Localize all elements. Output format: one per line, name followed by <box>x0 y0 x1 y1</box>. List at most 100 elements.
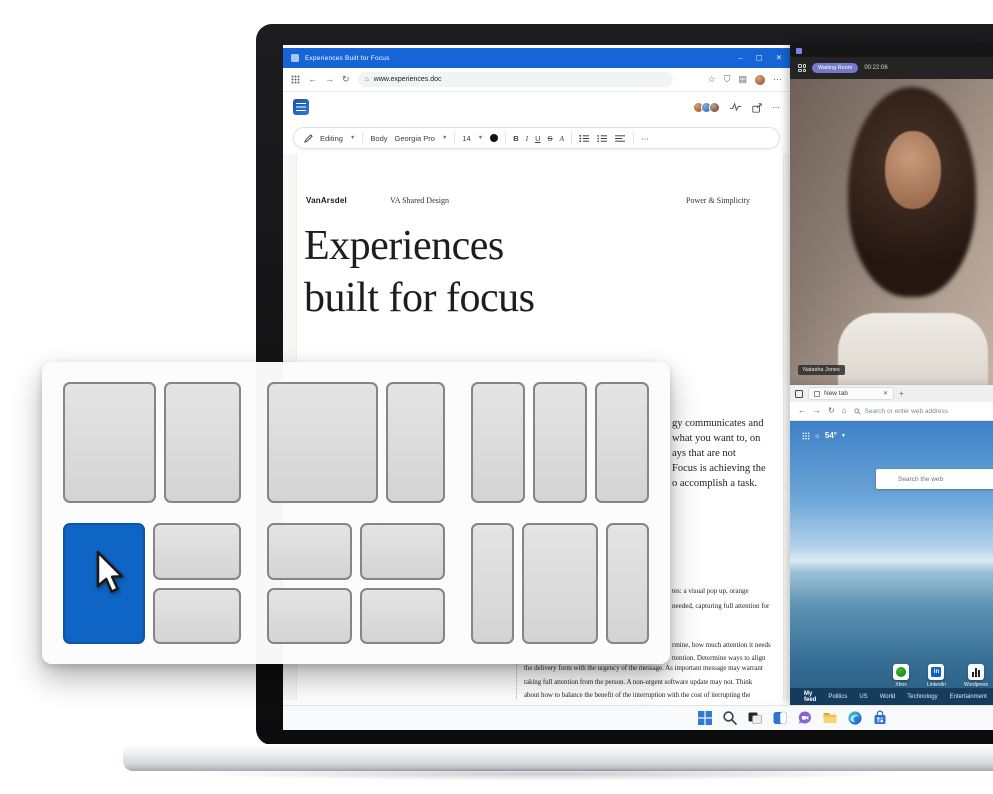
bold-button[interactable]: B <box>513 134 518 143</box>
snap-zone[interactable] <box>360 523 445 580</box>
collaborator-avatars[interactable] <box>693 102 720 113</box>
document-titlebar: Experiences Built for Focus – ▢ ✕ <box>283 48 790 68</box>
quick-link-wordpress[interactable]: Wordpress <box>964 664 988 688</box>
font-color-swatch[interactable] <box>490 134 498 142</box>
bullet-list-icon[interactable] <box>579 134 590 143</box>
snap-zone[interactable] <box>360 588 445 645</box>
snap-layout-three-columns[interactable] <box>471 382 649 503</box>
snap-zone[interactable] <box>471 382 525 503</box>
collections-icon[interactable]: ▤ <box>738 75 747 84</box>
tab-actions-icon[interactable] <box>795 390 803 398</box>
maximize-button[interactable]: ▢ <box>756 48 763 68</box>
snap-zone[interactable] <box>267 382 378 503</box>
linkedin-icon: in <box>931 667 941 677</box>
snap-layout-three-columns-center-wide[interactable] <box>471 523 649 644</box>
snap-zone[interactable] <box>153 588 241 645</box>
address-input[interactable]: Search or enter web address <box>854 408 948 415</box>
snap-zone[interactable] <box>522 523 599 644</box>
address-bar[interactable]: ⌂ www.experiences.doc <box>358 72 673 87</box>
more-menu-icon[interactable]: ⋯ <box>773 75 782 84</box>
page-layout-icon[interactable] <box>802 432 810 440</box>
file-explorer-icon[interactable] <box>822 710 838 726</box>
gallery-view-icon[interactable] <box>798 64 806 72</box>
underline-button[interactable]: U <box>535 134 540 143</box>
document-app-icon <box>291 54 299 62</box>
doc-label: VA Shared Design <box>390 196 449 205</box>
snap-zone[interactable] <box>164 382 241 503</box>
browser-essentials-icon[interactable]: ⛉ <box>724 75 731 84</box>
italic-button[interactable]: I <box>526 134 529 143</box>
snap-zone[interactable] <box>153 523 241 580</box>
task-view-icon[interactable] <box>747 710 763 726</box>
edge-icon[interactable] <box>847 710 863 726</box>
site-security-icon: ⌂ <box>365 76 369 83</box>
snap-layout-quad-grid[interactable] <box>267 523 445 644</box>
news-tab-technology[interactable]: Technology <box>907 694 937 700</box>
forward-icon[interactable]: → <box>325 75 334 84</box>
snap-layout-left-focus-right-stacked[interactable] <box>63 523 241 644</box>
snap-zone[interactable] <box>471 523 514 644</box>
laptop-base <box>123 744 993 771</box>
refresh-icon[interactable]: ↻ <box>342 75 350 84</box>
tab-close-icon[interactable]: ✕ <box>883 390 888 397</box>
more-options-icon[interactable]: ⋯ <box>772 103 780 112</box>
back-icon[interactable]: ← <box>798 407 806 415</box>
quick-link-linkedin[interactable]: in LinkedIn <box>927 664 946 688</box>
font-dropdown[interactable]: Georgia Pro <box>395 134 435 143</box>
strikethrough-button[interactable]: S <box>548 134 553 143</box>
home-icon[interactable]: ⌂ <box>842 407 847 415</box>
close-button[interactable]: ✕ <box>776 48 782 68</box>
meeting-badge[interactable]: Waiting Room <box>812 63 858 73</box>
news-tab-my-feed[interactable]: My feed <box>804 691 816 703</box>
toolbar-more-icon[interactable]: ⋯ <box>641 134 649 143</box>
web-search-box[interactable]: Search the web <box>876 469 993 489</box>
apps-grid-icon[interactable] <box>291 75 300 84</box>
share-icon[interactable] <box>751 102 763 113</box>
style-dropdown[interactable]: Body <box>370 134 387 143</box>
laptop-shadow <box>95 769 993 785</box>
align-icon[interactable] <box>615 134 626 143</box>
teams-controls-bar: Waiting Room 00:22:06 <box>790 57 993 79</box>
collaborator-avatar <box>709 102 720 113</box>
quick-link-xbox[interactable]: Xbox <box>893 664 909 688</box>
store-icon[interactable] <box>872 710 888 726</box>
new-tab-page: ☼ 54° ▼ Search the web Xbox in LinkedIn … <box>790 421 993 705</box>
snap-zone[interactable] <box>386 382 445 503</box>
profile-avatar[interactable] <box>755 75 765 85</box>
snap-layout-two-columns-wide-left[interactable] <box>267 382 445 503</box>
numbered-list-icon[interactable] <box>597 134 608 143</box>
word-app-icon[interactable] <box>293 99 309 115</box>
browser-tab[interactable]: New tab ✕ <box>808 387 894 400</box>
news-tab-politics[interactable]: Politics <box>828 694 847 700</box>
editing-mode-dropdown[interactable]: Editing <box>320 134 343 143</box>
snap-zone[interactable] <box>267 523 352 580</box>
news-tab-entertainment[interactable]: Entertainment <box>950 694 987 700</box>
snap-layout-two-columns[interactable] <box>63 382 241 503</box>
chevron-down-icon: ▼ <box>350 135 355 141</box>
news-tab-us[interactable]: US <box>859 694 867 700</box>
formatting-toolbar-row: Editing ▼ Body Georgia Pro ▼ 14 ▼ B I U … <box>283 122 790 154</box>
weather-widget[interactable]: ☼ 54° ▼ <box>802 431 846 440</box>
edge-address-bar: ← → ↻ ⌂ Search or enter web address <box>790 402 993 421</box>
snap-zone[interactable] <box>533 382 587 503</box>
snap-zone[interactable] <box>63 382 156 503</box>
catch-up-activity-icon[interactable] <box>729 102 742 112</box>
back-icon[interactable]: ← <box>308 75 317 84</box>
search-icon[interactable] <box>722 710 738 726</box>
snap-zone[interactable] <box>595 382 649 503</box>
start-button-icon[interactable] <box>697 710 713 726</box>
new-tab-button[interactable]: + <box>899 389 904 398</box>
widgets-icon[interactable] <box>772 710 788 726</box>
forward-icon[interactable]: → <box>813 407 821 415</box>
refresh-icon[interactable]: ↻ <box>828 407 835 415</box>
snap-zone[interactable] <box>606 523 649 644</box>
quick-links-row: Xbox in LinkedIn Wordpress <box>893 664 988 688</box>
snap-zone[interactable] <box>267 588 352 645</box>
chat-icon[interactable] <box>797 710 813 726</box>
highlight-button[interactable]: A <box>560 134 565 143</box>
favorites-settings-icon[interactable]: ☆ <box>708 75 716 84</box>
bar-chart-icon <box>972 668 980 677</box>
minimize-button[interactable]: – <box>738 48 742 68</box>
news-tab-world[interactable]: World <box>880 694 896 700</box>
font-size-dropdown[interactable]: 14 <box>462 134 470 143</box>
